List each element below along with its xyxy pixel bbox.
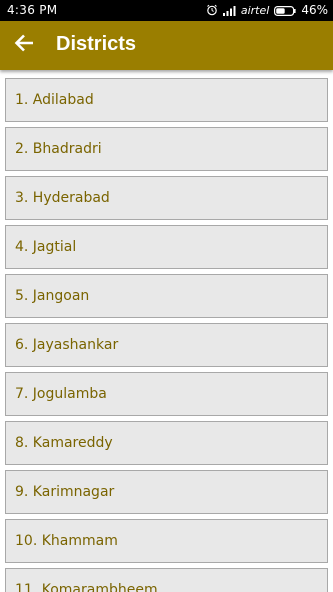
list-item-label: 5. Jangoan <box>15 288 90 304</box>
list-item[interactable]: 2. Bhadradri <box>5 127 328 171</box>
list-item-label: 9. Karimnagar <box>15 484 115 500</box>
list-item-label: 7. Jogulamba <box>15 386 107 402</box>
list-item[interactable]: 10. Khammam <box>5 519 328 563</box>
list-item[interactable]: 1. Adilabad <box>5 78 328 122</box>
status-bar: 4:36 PM airtel 46% <box>0 0 333 21</box>
page-title: Districts <box>56 33 137 55</box>
list-item-label: 11. Komarambheem <box>15 582 158 592</box>
list-item-label: 4. Jagtial <box>15 239 77 255</box>
list-item[interactable]: 5. Jangoan <box>5 274 328 318</box>
list-item[interactable]: 8. Kamareddy <box>5 421 328 465</box>
list-item[interactable]: 3. Hyderabad <box>5 176 328 220</box>
back-button[interactable] <box>10 31 38 59</box>
districts-list[interactable]: 1. Adilabad 2. Bhadradri 3. Hyderabad 4.… <box>0 70 333 592</box>
list-item-label: 3. Hyderabad <box>15 190 110 206</box>
list-item[interactable]: 6. Jayashankar <box>5 323 328 367</box>
alarm-icon <box>206 4 218 16</box>
list-item-label: 6. Jayashankar <box>15 337 119 353</box>
app-bar: Districts <box>0 21 333 70</box>
list-item[interactable]: 4. Jagtial <box>5 225 328 269</box>
list-item-label: 2. Bhadradri <box>15 141 102 157</box>
list-item[interactable]: 11. Komarambheem <box>5 568 328 592</box>
list-item-label: 10. Khammam <box>15 533 118 549</box>
arrow-left-icon <box>14 34 34 57</box>
carrier-name: airtel <box>240 3 270 17</box>
list-item-label: 1. Adilabad <box>15 92 94 108</box>
list-item[interactable]: 7. Jogulamba <box>5 372 328 416</box>
status-icons: airtel 46% <box>206 3 328 17</box>
signal-icon <box>222 5 236 16</box>
list-item[interactable]: 9. Karimnagar <box>5 470 328 514</box>
status-time: 4:36 PM <box>7 3 58 17</box>
battery-percent: 46% <box>301 3 328 17</box>
list-item-label: 8. Kamareddy <box>15 435 113 451</box>
battery-icon <box>274 5 296 17</box>
